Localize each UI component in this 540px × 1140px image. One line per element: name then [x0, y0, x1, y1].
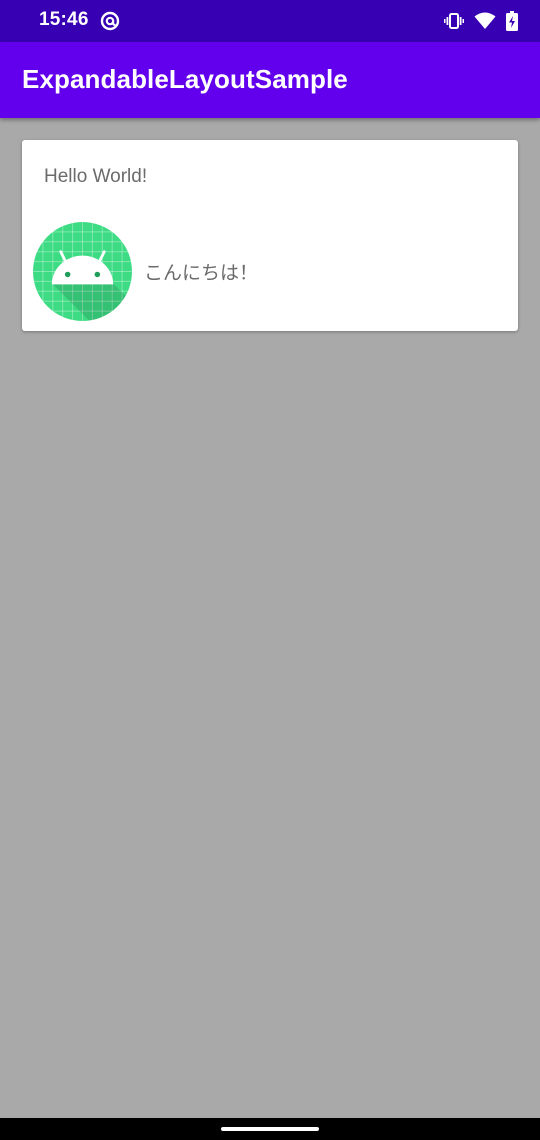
expandable-card[interactable]: Hello World! こんにちは！ [22, 140, 518, 331]
vibrate-icon [444, 12, 464, 30]
card-title: Hello World! [44, 166, 148, 187]
navigation-bar [0, 1118, 540, 1140]
status-bar: 15:46 [0, 0, 540, 42]
app-bar: ExpandableLayoutSample [0, 42, 540, 118]
at-sign-icon [100, 11, 120, 31]
card-body-text: こんにちは！ [144, 262, 259, 284]
battery-charging-icon [506, 11, 518, 31]
home-gesture-handle[interactable] [221, 1127, 319, 1131]
status-time: 15:46 [39, 9, 89, 30]
wifi-icon [474, 12, 496, 30]
android-robot-icon [33, 222, 132, 321]
status-icons [444, 11, 518, 31]
app-title: ExpandableLayoutSample [22, 64, 348, 94]
